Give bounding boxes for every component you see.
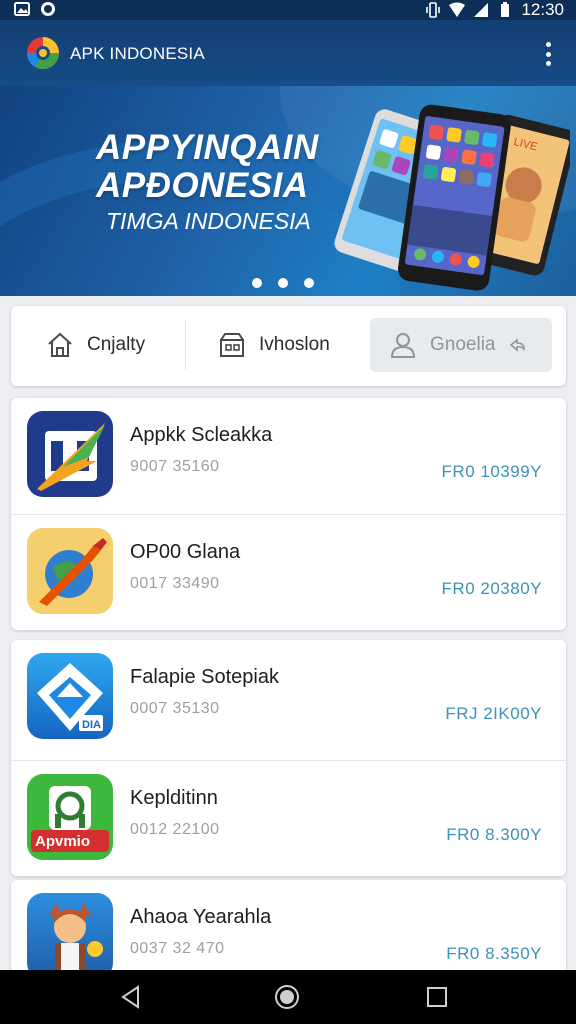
banner-headline-line1: APPYINQAIN <box>96 128 319 167</box>
recents-square-icon[interactable] <box>424 984 450 1010</box>
phones-illustration: LIVE <box>334 104 570 291</box>
globe-brush-app-icon <box>27 528 113 614</box>
svg-text:Apvmio: Apvmio <box>35 833 90 850</box>
vibrate-icon <box>426 2 441 18</box>
tab-label: Cnjalty <box>87 334 146 355</box>
kebab-menu-icon[interactable] <box>540 42 556 66</box>
character-app-icon <box>27 893 113 972</box>
app-price: FR0 20380Y <box>441 579 542 598</box>
app-list-item[interactable]: OP00 Glana 0017 33490 FR0 20380Y <box>11 514 566 630</box>
app-bar: APK INDONESIA <box>0 20 576 86</box>
app-list-card: DIA Falapie Sotepiak 0007 35130 FRJ 2IK0… <box>11 640 566 876</box>
hero-banner[interactable]: APK INDONESIA APPYINQAIN APÐONESIA TIMGA… <box>0 20 576 296</box>
app-list-card: Ahaoa Yearahla 0037 32 470 FR0 8.350Y <box>11 880 566 972</box>
tab-cnjalty[interactable]: Cnjalty <box>45 318 145 372</box>
app-meta: 0007 35130 <box>130 700 220 717</box>
app-title: APK INDONESIA <box>70 44 205 63</box>
banner-dot-2[interactable] <box>278 278 288 288</box>
app-list-item[interactable]: Apvmio Keplditinn 0012 22100 FR0 8.300Y <box>11 760 566 876</box>
banner-subtitle: TIMGA INDONESIA <box>106 208 311 234</box>
app-price: FR0 8.350Y <box>446 944 542 963</box>
user-icon <box>390 333 416 358</box>
banner-dot-1[interactable] <box>252 278 262 288</box>
app-name: Keplditinn <box>130 787 218 809</box>
app-name: Appkk Scleakka <box>130 424 273 446</box>
home-circle-icon[interactable] <box>274 984 300 1010</box>
app-list-item[interactable]: DIA Falapie Sotepiak 0007 35130 FRJ 2IK0… <box>11 640 566 756</box>
refresh-icon <box>509 338 525 352</box>
bolt-app-icon <box>27 411 113 497</box>
tab-label: Gnoelia <box>430 334 496 355</box>
app-meta: 0012 22100 <box>130 821 220 838</box>
app-price: FR0 10399Y <box>441 462 542 481</box>
signal-icon <box>474 3 489 17</box>
back-triangle-icon[interactable] <box>118 984 144 1010</box>
app-price: FR0 8.300Y <box>446 825 542 844</box>
app-list-item[interactable]: Appkk Scleakka 9007 35160 FR0 10399Y <box>11 398 566 514</box>
shield-app-icon: DIA <box>27 653 113 739</box>
tab-divider <box>185 320 186 370</box>
app-list-item[interactable]: Ahaoa Yearahla 0037 32 470 FR0 8.350Y <box>11 880 566 972</box>
banner-headline-line2: APÐONESIA <box>96 166 309 205</box>
store-icon <box>220 333 244 357</box>
apk-indonesia-logo <box>26 37 60 70</box>
banner-pagination <box>252 278 314 288</box>
app-name: OP00 Glana <box>130 541 241 563</box>
app-list-card: Appkk Scleakka 9007 35160 FR0 10399Y OP0… <box>11 398 566 630</box>
image-icon <box>14 2 30 16</box>
status-bar: 12:30 <box>0 0 576 20</box>
home-icon <box>48 332 72 357</box>
app-name: Falapie Sotepiak <box>130 666 279 688</box>
app-price: FRJ 2IK00Y <box>445 704 542 723</box>
app-meta: 0037 32 470 <box>130 940 225 957</box>
svg-text:DIA: DIA <box>82 719 101 731</box>
tab-ivhoslon[interactable]: Ivhoslon <box>217 318 330 372</box>
green-box-app-icon: Apvmio <box>27 774 113 860</box>
tab-gnoelia[interactable]: Gnoelia <box>370 318 552 372</box>
status-time: 12:30 <box>521 0 564 19</box>
system-nav-bar <box>0 970 576 1024</box>
banner-dot-3[interactable] <box>304 278 314 288</box>
whatsapp-icon <box>41 2 55 16</box>
app-meta: 0017 33490 <box>130 575 220 592</box>
tab-label: Ivhoslon <box>259 334 330 355</box>
app-name: Ahaoa Yearahla <box>130 906 272 928</box>
wifi-icon <box>449 2 466 17</box>
app-meta: 9007 35160 <box>130 458 220 475</box>
category-tabs: Cnjalty Ivhoslon Gnoelia <box>11 306 566 386</box>
battery-icon <box>501 2 510 17</box>
